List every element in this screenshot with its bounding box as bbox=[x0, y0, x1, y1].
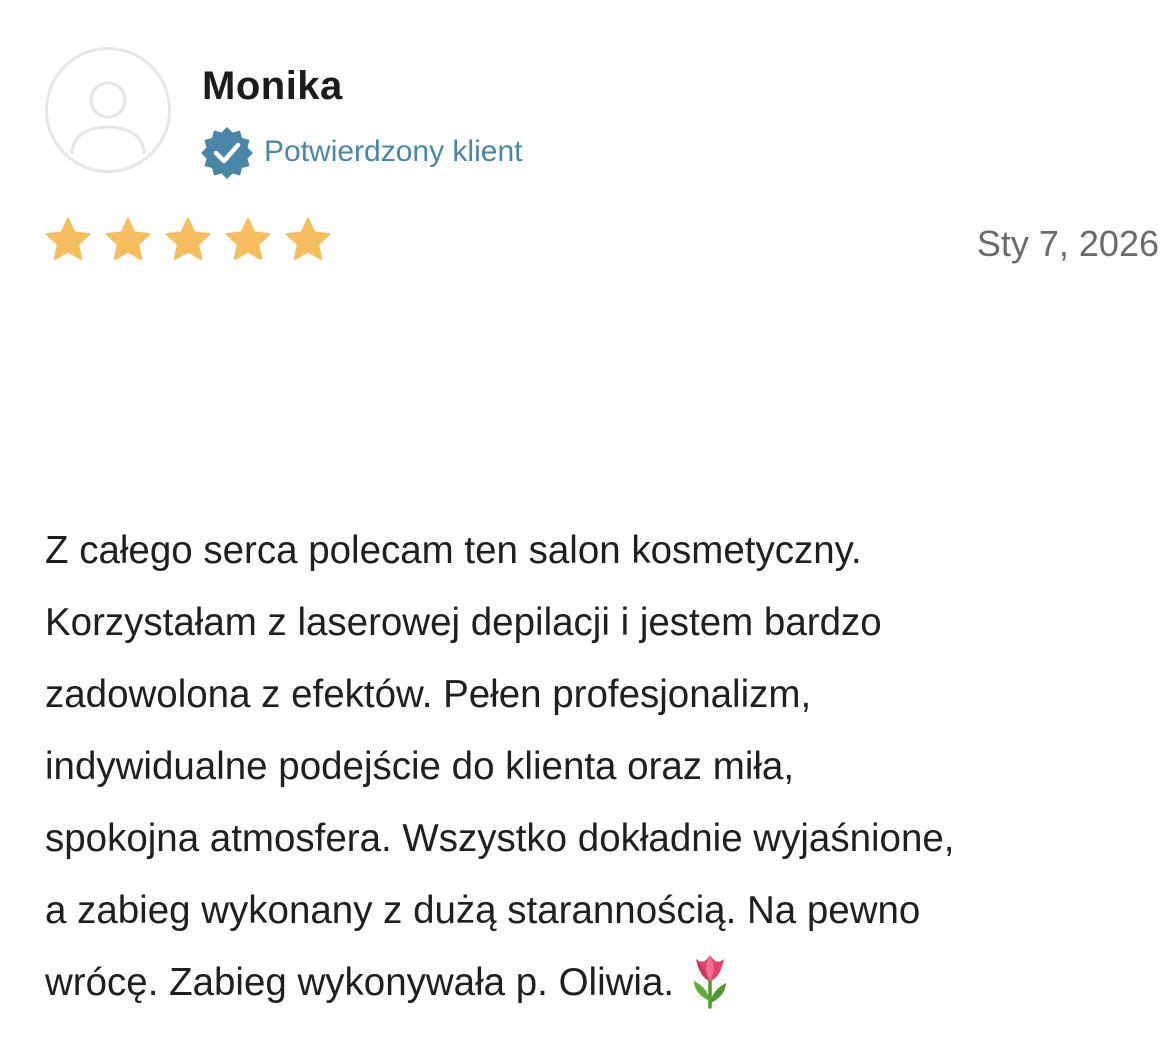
review-text-line: Korzystałam z laserowej depilacji i jest… bbox=[45, 601, 882, 644]
star-icon bbox=[165, 217, 211, 261]
review-text-line: spokojna atmosfera. Wszystko dokładnie w… bbox=[45, 817, 955, 860]
star-icon bbox=[105, 217, 151, 261]
star-icon bbox=[225, 217, 271, 261]
verified-label: Potwierdzony klient bbox=[264, 135, 523, 168]
user-placeholder-icon bbox=[70, 81, 146, 155]
avatar bbox=[45, 47, 171, 173]
review-date: Sty 7, 2026 bbox=[976, 223, 1159, 264]
review-text-line: indywidualne podejście do klienta oraz m… bbox=[45, 745, 795, 788]
review-text-line: Z całego serca polecam ten salon kosmety… bbox=[45, 529, 862, 572]
review-text: Z całego serca polecam ten salon kosmety… bbox=[45, 515, 1163, 1019]
review-text-last-line: wrócę. Zabieg wykonywała p. Oliwia. bbox=[45, 947, 1163, 1019]
author-name: Monika bbox=[202, 64, 343, 108]
tulip-icon bbox=[694, 954, 727, 1009]
review-text-line: a zabieg wykonany z dużą starannością. N… bbox=[45, 889, 921, 932]
review-text-line: wrócę. Zabieg wykonywała p. Oliwia. bbox=[45, 961, 675, 1004]
review-text-line: zadowolona z efektów. Pełen profesjonali… bbox=[45, 673, 812, 716]
verified-customer-badge: Potwierdzony klient bbox=[200, 124, 522, 180]
review-card: Monika Potwierdzony klient Sty 7, 2026 Z… bbox=[0, 0, 1169, 1043]
star-rating bbox=[44, 216, 344, 268]
star-icon bbox=[45, 217, 91, 261]
verified-badge-icon bbox=[201, 127, 253, 179]
star-icon bbox=[285, 217, 331, 261]
